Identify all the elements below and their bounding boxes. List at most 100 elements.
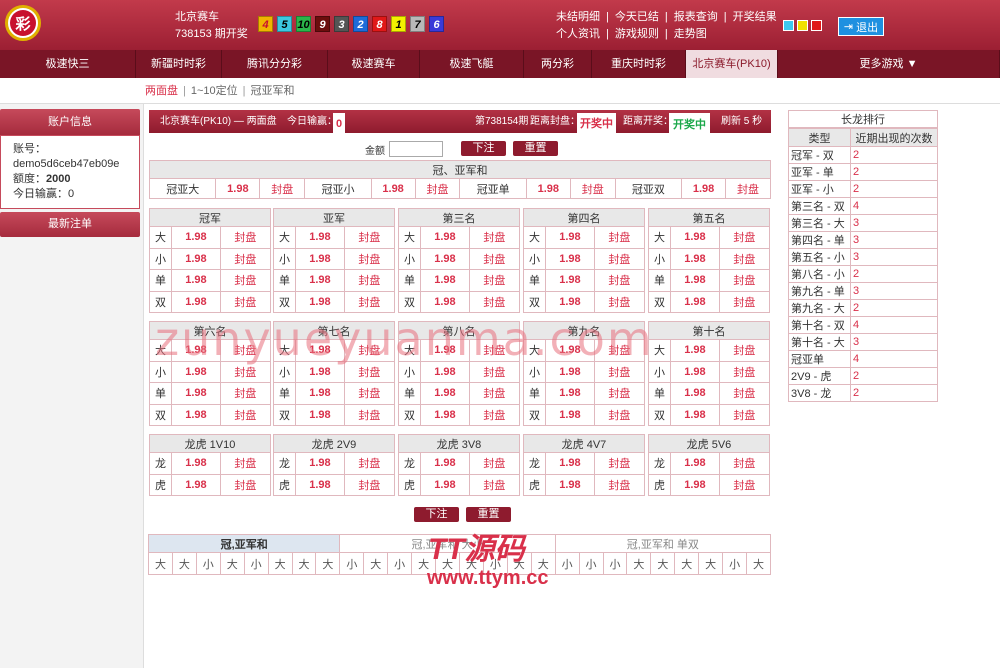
bet-odds[interactable]: 1.98 bbox=[295, 290, 345, 313]
bet-status[interactable]: 封盘 bbox=[593, 403, 646, 426]
bet-status[interactable]: 封盘 bbox=[219, 403, 272, 426]
bet-status[interactable]: 封盘 bbox=[718, 360, 771, 383]
bet-odds[interactable]: 1.98 bbox=[670, 269, 720, 292]
bet-status[interactable]: 封盘 bbox=[593, 247, 646, 270]
top-link[interactable]: 开奖结果 bbox=[733, 11, 777, 23]
bet-status[interactable]: 封盘 bbox=[219, 269, 272, 292]
bet-odds[interactable]: 1.98 bbox=[545, 382, 595, 405]
bet-status[interactable]: 封盘 bbox=[468, 226, 521, 249]
bet-odds[interactable]: 1.98 bbox=[670, 226, 720, 249]
bet-odds[interactable]: 1.98 bbox=[545, 269, 595, 292]
bet-status[interactable]: 封盘 bbox=[219, 452, 272, 475]
bet-odds[interactable]: 1.98 bbox=[171, 247, 221, 270]
bet-status[interactable]: 封盘 bbox=[718, 473, 771, 496]
history-tab[interactable]: 冠,亚军和 bbox=[147, 534, 341, 553]
bet-odds[interactable]: 1.98 bbox=[545, 403, 595, 426]
bet-status[interactable]: 封盘 bbox=[219, 247, 272, 270]
bet-odds[interactable]: 1.98 bbox=[171, 473, 221, 496]
logout-button[interactable]: ⇥ 退出 bbox=[838, 17, 884, 36]
bet-odds[interactable]: 1.98 bbox=[670, 339, 720, 362]
bet-odds[interactable]: 1.98 bbox=[670, 360, 720, 383]
bet-status[interactable]: 封盘 bbox=[593, 290, 646, 313]
subnav-active[interactable]: 两面盘 bbox=[145, 85, 178, 97]
refresh-label[interactable]: 刷新 5 秒 bbox=[721, 110, 762, 133]
bet-status[interactable]: 封盘 bbox=[468, 382, 521, 405]
submit-button[interactable]: 下注 bbox=[461, 141, 506, 156]
bet-odds[interactable]: 1.98 bbox=[545, 452, 595, 475]
bet-odds[interactable]: 1.98 bbox=[545, 247, 595, 270]
theme-color-swatch[interactable] bbox=[797, 20, 808, 31]
nav-item[interactable]: 北京赛车(PK10) bbox=[686, 50, 778, 78]
bet-status[interactable]: 封盘 bbox=[343, 473, 396, 496]
bet-status[interactable]: 封盘 bbox=[468, 290, 521, 313]
bet-odds[interactable]: 1.98 bbox=[670, 247, 720, 270]
subnav-item[interactable]: 冠亚军和 bbox=[251, 85, 295, 97]
bet-odds[interactable]: 1.98 bbox=[420, 382, 470, 405]
bet-odds[interactable]: 1.98 bbox=[670, 452, 720, 475]
bet-odds[interactable]: 1.98 bbox=[545, 226, 595, 249]
submit-button-bottom[interactable]: 下注 bbox=[414, 507, 459, 522]
nav-item[interactable]: 更多游戏 ▼ bbox=[778, 50, 1000, 78]
bet-status[interactable]: 封盘 bbox=[718, 247, 771, 270]
bet-odds[interactable]: 1.98 bbox=[420, 226, 470, 249]
theme-color-swatch[interactable] bbox=[811, 20, 822, 31]
top-link[interactable]: 游戏规则 bbox=[615, 28, 659, 40]
bet-odds[interactable]: 1.98 bbox=[295, 382, 345, 405]
bet-status[interactable]: 封盘 bbox=[718, 269, 771, 292]
bet-odds[interactable]: 1.98 bbox=[295, 452, 345, 475]
bet-odds[interactable]: 1.98 bbox=[681, 178, 726, 199]
bet-odds[interactable]: 1.98 bbox=[420, 452, 470, 475]
bet-odds[interactable]: 1.98 bbox=[171, 290, 221, 313]
nav-item[interactable]: 极速飞艇 bbox=[420, 50, 524, 78]
top-link[interactable]: 今天已结 bbox=[615, 11, 659, 23]
bet-status[interactable]: 封盘 bbox=[414, 178, 461, 199]
bet-status[interactable]: 封盘 bbox=[343, 226, 396, 249]
top-link[interactable]: 走势图 bbox=[674, 28, 707, 40]
theme-color-swatch[interactable] bbox=[783, 20, 794, 31]
bet-odds[interactable]: 1.98 bbox=[171, 403, 221, 426]
bet-odds[interactable]: 1.98 bbox=[545, 473, 595, 496]
bet-odds[interactable]: 1.98 bbox=[295, 403, 345, 426]
bet-status[interactable]: 封盘 bbox=[718, 382, 771, 405]
bet-status[interactable]: 封盘 bbox=[593, 473, 646, 496]
bet-odds[interactable]: 1.98 bbox=[420, 290, 470, 313]
bet-status[interactable]: 封盘 bbox=[569, 178, 616, 199]
bet-status[interactable]: 封盘 bbox=[724, 178, 772, 199]
nav-item[interactable]: 重庆时时彩 bbox=[592, 50, 686, 78]
top-link[interactable]: 报表查询 bbox=[674, 11, 718, 23]
bet-odds[interactable]: 1.98 bbox=[670, 403, 720, 426]
nav-item[interactable]: 极速快三 bbox=[0, 50, 136, 78]
bet-odds[interactable]: 1.98 bbox=[295, 247, 345, 270]
nav-item[interactable]: 腾讯分分彩 bbox=[222, 50, 328, 78]
bet-status[interactable]: 封盘 bbox=[219, 382, 272, 405]
bet-status[interactable]: 封盘 bbox=[343, 269, 396, 292]
bet-status[interactable]: 封盘 bbox=[343, 403, 396, 426]
bet-odds[interactable]: 1.98 bbox=[420, 473, 470, 496]
amount-input[interactable] bbox=[389, 141, 443, 157]
bet-odds[interactable]: 1.98 bbox=[295, 473, 345, 496]
bet-status[interactable]: 封盘 bbox=[718, 226, 771, 249]
top-link[interactable]: 个人资讯 bbox=[556, 28, 600, 40]
bet-odds[interactable]: 1.98 bbox=[670, 382, 720, 405]
nav-item[interactable]: 极速赛车 bbox=[328, 50, 420, 78]
bet-status[interactable]: 封盘 bbox=[468, 473, 521, 496]
bet-status[interactable]: 封盘 bbox=[219, 290, 272, 313]
bet-odds[interactable]: 1.98 bbox=[670, 473, 720, 496]
bet-odds[interactable]: 1.98 bbox=[670, 290, 720, 313]
bet-status[interactable]: 封盘 bbox=[219, 226, 272, 249]
bet-status[interactable]: 封盘 bbox=[259, 178, 306, 199]
bet-odds[interactable]: 1.98 bbox=[295, 226, 345, 249]
subnav-item[interactable]: 1~10定位 bbox=[191, 85, 238, 97]
reset-button[interactable]: 重置 bbox=[513, 141, 558, 156]
bet-status[interactable]: 封盘 bbox=[593, 269, 646, 292]
bet-status[interactable]: 封盘 bbox=[468, 452, 521, 475]
bet-odds[interactable]: 1.98 bbox=[420, 269, 470, 292]
bet-odds[interactable]: 1.98 bbox=[370, 178, 416, 199]
bet-status[interactable]: 封盘 bbox=[219, 473, 272, 496]
bet-odds[interactable]: 1.98 bbox=[420, 247, 470, 270]
nav-item[interactable]: 新疆时时彩 bbox=[136, 50, 222, 78]
bet-odds[interactable]: 1.98 bbox=[171, 452, 221, 475]
history-tab[interactable]: 冠,亚军和 单双 bbox=[554, 534, 772, 553]
bet-status[interactable]: 封盘 bbox=[343, 290, 396, 313]
top-link[interactable]: 未结明细 bbox=[556, 11, 600, 23]
